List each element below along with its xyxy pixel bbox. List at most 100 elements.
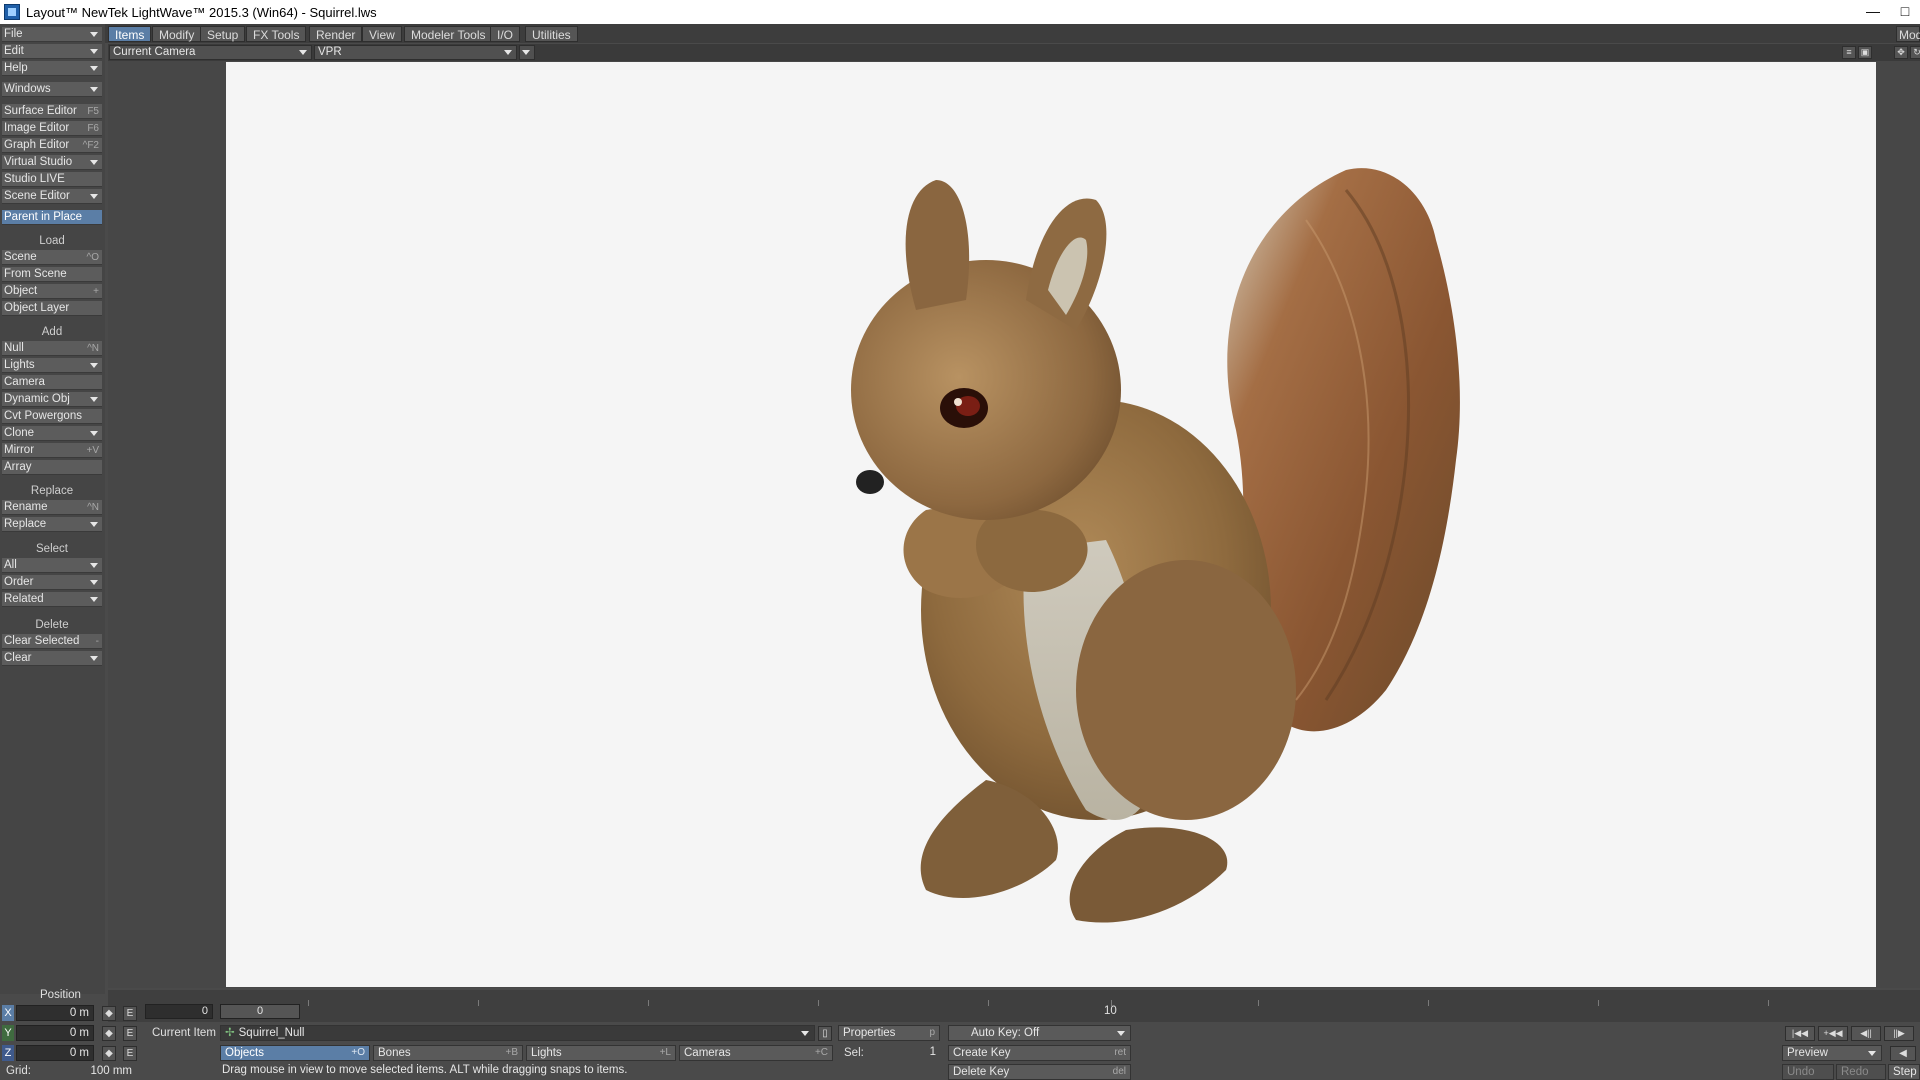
load-scene-button[interactable]: Scene ^O [2, 250, 102, 265]
chevron-down-icon [90, 32, 98, 37]
scene-editor-menu[interactable]: Scene Editor [2, 189, 102, 204]
viewport-render-mode-select[interactable]: VPR [314, 45, 517, 60]
file-menu[interactable]: File [2, 27, 102, 42]
clear-menu[interactable]: Clear [2, 651, 102, 666]
play-reverse-icon[interactable]: ◀|| [1851, 1026, 1881, 1041]
null-object-icon: ✢ [225, 1027, 235, 1039]
envelope-z-button[interactable]: E [123, 1046, 137, 1061]
item-info-icon[interactable]: ▯ [818, 1026, 832, 1041]
edit-menu[interactable]: Edit [2, 44, 102, 59]
viewport-camera-select[interactable]: Current Camera [109, 45, 312, 60]
objects-mode-button[interactable]: Objects +O [220, 1045, 370, 1061]
create-key-button[interactable]: Create Key ret [948, 1045, 1131, 1061]
chevron-down-icon [90, 160, 98, 165]
step-back-icon[interactable]: +◀◀ [1818, 1026, 1848, 1041]
drag-arrows-icon[interactable]: ◆ [102, 1046, 116, 1061]
redo-button[interactable]: Redo [1836, 1064, 1886, 1080]
lightwave-logo-icon [4, 4, 20, 20]
grid-size-value[interactable]: 100 mm [48, 1064, 136, 1080]
add-camera-button[interactable]: Camera [2, 375, 102, 390]
array-button[interactable]: Array [2, 460, 102, 475]
drag-arrows-icon[interactable]: ◆ [102, 1006, 116, 1021]
load-object-layer-button[interactable]: Object Layer [2, 301, 102, 316]
viewport-options-dropdown[interactable] [519, 45, 535, 60]
envelope-y-button[interactable]: E [123, 1026, 137, 1041]
tab-io[interactable]: I/O [490, 26, 521, 42]
move-view-icon[interactable]: ✥ [1894, 46, 1908, 59]
chevron-down-icon [90, 580, 98, 585]
position-x-field[interactable]: 0 m [16, 1005, 94, 1021]
chevron-down-icon [90, 597, 98, 602]
tab-utilities[interactable]: Utilities [525, 26, 578, 42]
cameras-mode-button[interactable]: Cameras +C [679, 1045, 833, 1061]
list-view-icon[interactable]: ≡ [1842, 46, 1856, 59]
selection-count-value: 1 [929, 1046, 936, 1058]
add-lights-menu[interactable]: Lights [2, 358, 102, 373]
minimize-button[interactable]: — [1858, 0, 1888, 24]
main-tab-bar: Items Modify Setup FX Tools Render View … [0, 24, 1920, 43]
3d-viewport[interactable] [226, 62, 1876, 987]
replace-section-header: Replace [30, 485, 74, 497]
replace-menu[interactable]: Replace [2, 517, 102, 532]
rename-button[interactable]: Rename ^N [2, 500, 102, 515]
windows-menu[interactable]: Windows [2, 82, 102, 97]
rotate-view-icon[interactable]: ↻ [1910, 46, 1920, 59]
help-menu[interactable]: Help [2, 61, 102, 76]
delete-key-button[interactable]: Delete Key del [948, 1064, 1131, 1080]
chevron-down-icon [90, 522, 98, 527]
select-related-menu[interactable]: Related [2, 592, 102, 607]
image-editor-button[interactable]: Image Editor F6 [2, 121, 102, 136]
load-from-scene-button[interactable]: From Scene [2, 267, 102, 282]
lights-mode-button[interactable]: Lights +L [526, 1045, 676, 1061]
title-bar: Layout™ NewTek LightWave™ 2015.3 (Win64)… [0, 0, 1920, 24]
current-item-select[interactable]: ✢ Squirrel_Null [220, 1025, 815, 1041]
graph-editor-button[interactable]: Graph Editor ^F2 [2, 138, 102, 153]
maximize-button[interactable]: □ [1890, 0, 1920, 24]
squirrel-model [851, 168, 1460, 923]
load-section-header: Load [39, 235, 65, 247]
mirror-button[interactable]: Mirror +V [2, 443, 102, 458]
modeler-switch-button[interactable]: Mod [1896, 26, 1920, 42]
tab-view[interactable]: View [362, 26, 402, 42]
position-y-field[interactable]: 0 m [16, 1025, 94, 1041]
tab-modeler-tools[interactable]: Modeler Tools [404, 26, 493, 42]
chevron-down-icon [90, 397, 98, 402]
add-null-button[interactable]: Null ^N [2, 341, 102, 356]
select-order-menu[interactable]: Order [2, 575, 102, 590]
chevron-down-icon [90, 87, 98, 92]
parent-in-place-toggle[interactable]: Parent in Place [2, 210, 102, 225]
auto-key-select[interactable]: Auto Key: Off [948, 1025, 1131, 1041]
properties-button[interactable]: Properties p [838, 1025, 940, 1041]
undo-button[interactable]: Undo [1782, 1064, 1834, 1080]
tab-modify[interactable]: Modify [152, 26, 202, 42]
chevron-down-icon [90, 563, 98, 568]
step-button[interactable]: Step [1888, 1064, 1920, 1080]
chevron-down-icon [90, 363, 98, 368]
clear-selected-button[interactable]: Clear Selected - [2, 634, 102, 649]
maximize-viewport-icon[interactable]: ▣ [1858, 46, 1872, 59]
drag-arrows-icon[interactable]: ◆ [102, 1026, 116, 1041]
envelope-x-button[interactable]: E [123, 1006, 137, 1021]
chevron-down-icon [504, 50, 512, 55]
bones-mode-button[interactable]: Bones +B [373, 1045, 523, 1061]
arrow-left-icon[interactable]: ◀ [1890, 1046, 1916, 1061]
cvt-powergons-button[interactable]: Cvt Powergons [2, 409, 102, 424]
chevron-down-icon [90, 66, 98, 71]
play-forward-icon[interactable]: ||▶ [1884, 1026, 1914, 1041]
chevron-down-icon [90, 656, 98, 661]
position-z-field[interactable]: 0 m [16, 1045, 94, 1061]
tab-fx-tools[interactable]: FX Tools [246, 26, 307, 42]
tab-render[interactable]: Render [309, 26, 363, 42]
clone-menu[interactable]: Clone [2, 426, 102, 441]
go-to-start-icon[interactable]: |◀◀ [1785, 1026, 1815, 1041]
select-all-menu[interactable]: All [2, 558, 102, 573]
surface-editor-button[interactable]: Surface Editor F5 [2, 104, 102, 119]
preview-select[interactable]: Preview [1782, 1045, 1882, 1061]
chevron-down-icon [90, 431, 98, 436]
add-dynamic-obj-menu[interactable]: Dynamic Obj [2, 392, 102, 407]
studio-live-button[interactable]: Studio LIVE [2, 172, 102, 187]
virtual-studio-menu[interactable]: Virtual Studio [2, 155, 102, 170]
tab-setup[interactable]: Setup [200, 26, 246, 42]
tab-items[interactable]: Items [108, 26, 152, 42]
load-object-button[interactable]: Object + [2, 284, 102, 299]
